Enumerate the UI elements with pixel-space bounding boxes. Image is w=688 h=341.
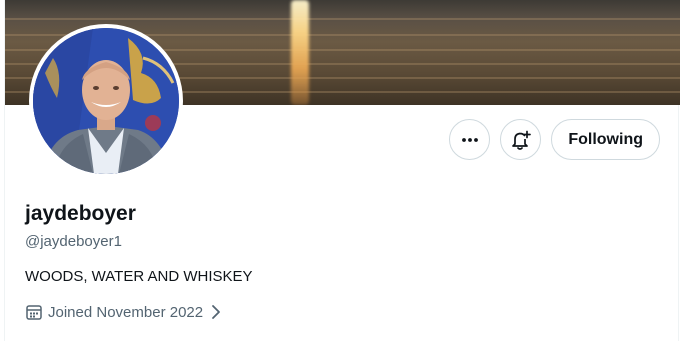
bell-plus-icon [511, 130, 531, 150]
more-button[interactable] [449, 119, 491, 160]
calendar-icon [26, 305, 42, 320]
display-name: jaydeboyer [25, 202, 136, 225]
following-button[interactable]: Following [551, 119, 660, 160]
profile-actions: Following [449, 119, 660, 160]
profile-bio: WOODS, WATER AND WHISKEY [25, 268, 253, 285]
chevron-right-icon [210, 304, 222, 320]
more-icon [461, 137, 478, 142]
joined-date[interactable]: Joined November 2022 [25, 303, 222, 321]
user-handle: @jaydeboyer1 [25, 233, 122, 250]
profile-page: Following jaydeboyer @jaydeboyer1 WOODS,… [4, 0, 680, 341]
sun-reflection [291, 0, 309, 105]
avatar[interactable] [29, 24, 183, 178]
avatar-photo [33, 28, 179, 174]
notifications-button[interactable] [500, 119, 542, 160]
joined-label: Joined November 2022 [48, 303, 204, 321]
following-button-label: Following [568, 130, 643, 148]
